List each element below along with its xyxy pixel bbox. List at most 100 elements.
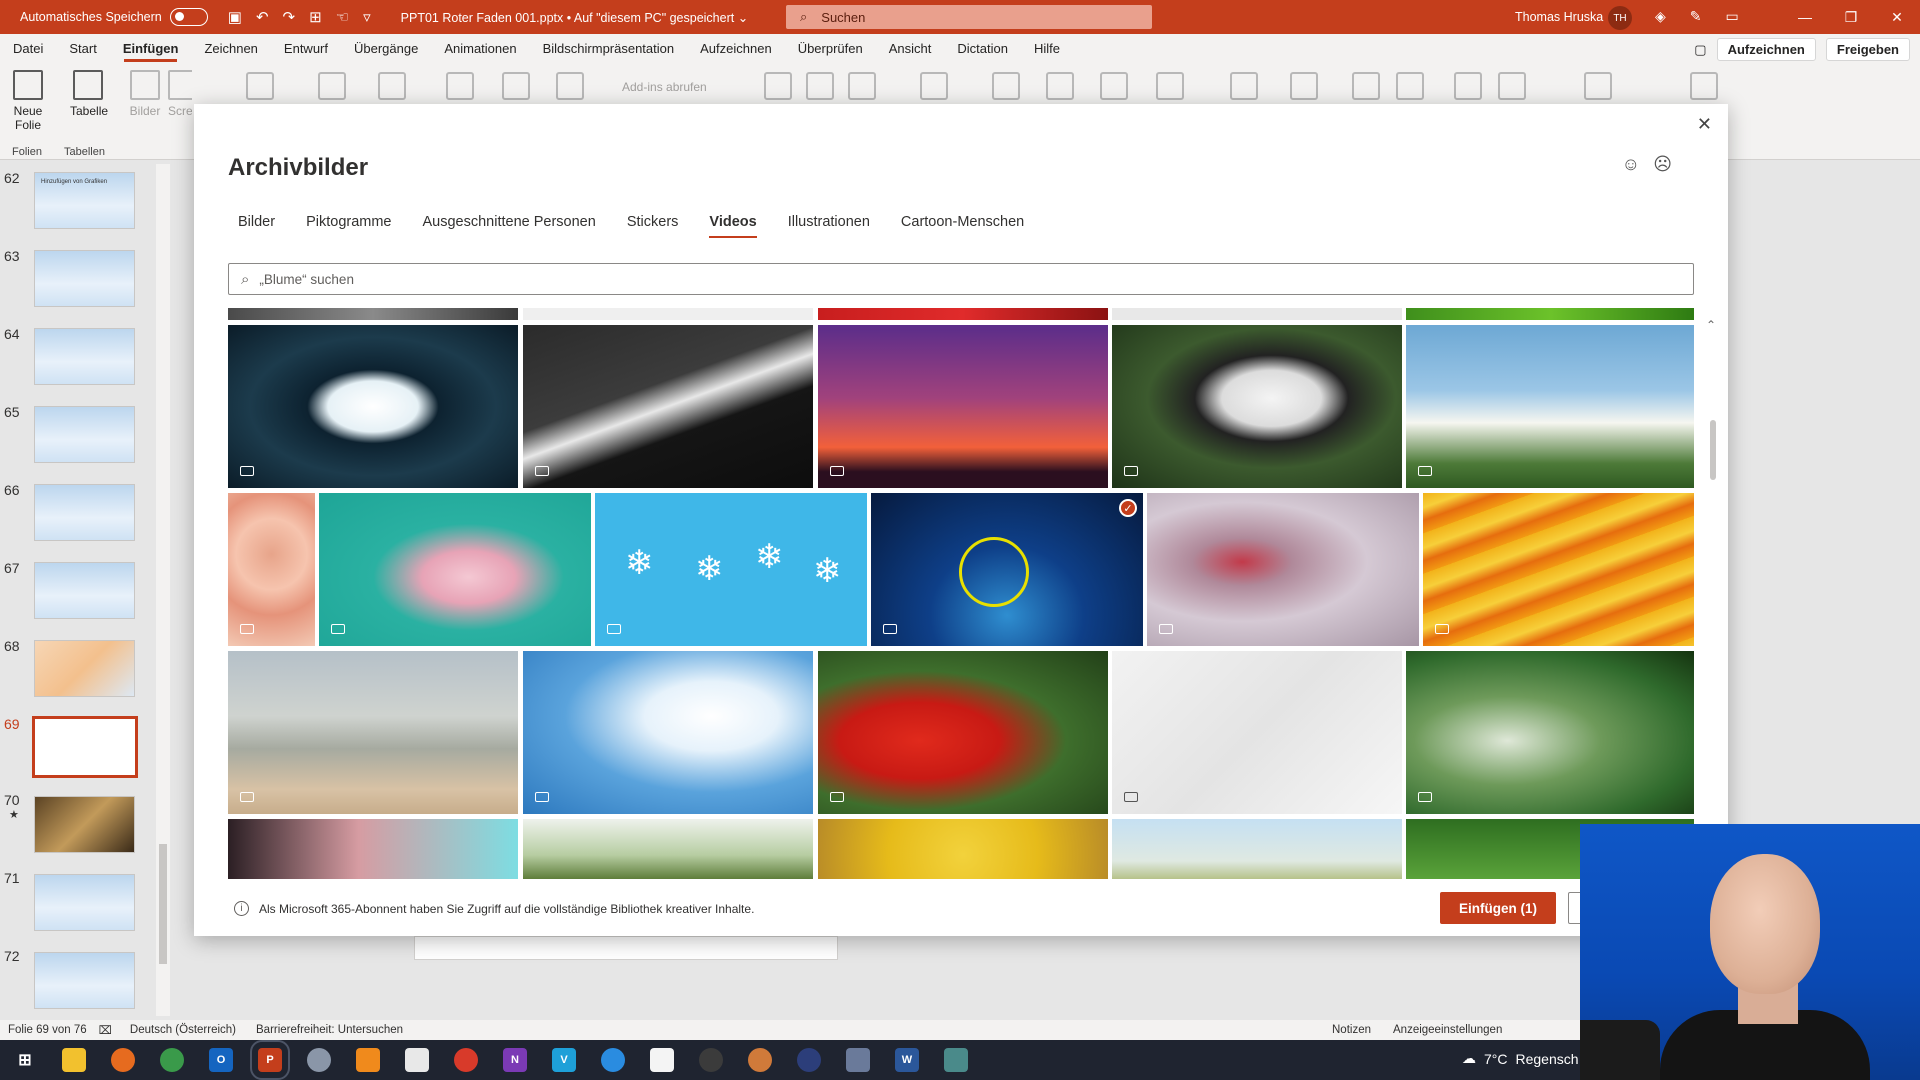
slide-thumbnail-69[interactable] xyxy=(32,716,138,778)
app-icon[interactable] xyxy=(307,1048,331,1072)
document-name[interactable]: PPT01 Roter Faden 001.pptx • Auf "diesem… xyxy=(401,10,749,25)
word-icon[interactable]: W xyxy=(895,1048,919,1072)
tab-bilder[interactable]: Bilder xyxy=(238,214,275,238)
menu-uebergaenge[interactable]: Übergänge xyxy=(341,34,431,64)
weather-widget[interactable]: ☁ 7°C Regensch xyxy=(1462,1050,1579,1067)
slide-thumbnail-64[interactable] xyxy=(34,328,135,385)
slide-thumbnail-68[interactable] xyxy=(34,640,135,697)
video-tile-cherry-blossom[interactable] xyxy=(319,493,591,646)
symbol-icon[interactable] xyxy=(1396,72,1424,100)
dialog-scroll-thumb[interactable] xyxy=(1710,420,1716,480)
menu-aufzeichnen[interactable]: Aufzeichnen xyxy=(687,34,785,64)
pen-icon[interactable]: ✎ xyxy=(1690,8,1702,25)
comments-icon[interactable]: ▢ xyxy=(1694,42,1706,58)
slide-thumbnail-67[interactable] xyxy=(34,562,135,619)
app-icon[interactable]: V xyxy=(552,1048,576,1072)
smartart-icon[interactable] xyxy=(502,72,530,100)
windows-start-icon[interactable]: ⊞ xyxy=(13,1048,37,1072)
menu-ueberpruefen[interactable]: Überprüfen xyxy=(785,34,876,64)
video-tile-wind-turbines[interactable] xyxy=(818,325,1108,488)
slide-panel-scrollbar[interactable] xyxy=(156,164,170,1016)
touch-mode-icon[interactable]: ☜ xyxy=(336,8,349,26)
diamond-icon[interactable]: ◈ xyxy=(1655,8,1666,25)
obs-icon[interactable] xyxy=(699,1048,723,1072)
video-icon[interactable] xyxy=(1454,72,1482,100)
menu-entwurf[interactable]: Entwurf xyxy=(271,34,341,64)
telegram-icon[interactable] xyxy=(601,1048,625,1072)
user-name[interactable]: Thomas Hruska xyxy=(1515,10,1603,24)
menu-zeichnen[interactable]: Zeichnen xyxy=(191,34,270,64)
close-window-icon[interactable]: ✕ xyxy=(1874,0,1920,34)
slide-thumbnail-71[interactable] xyxy=(34,874,135,931)
textbox-icon[interactable] xyxy=(992,72,1020,100)
menu-datei[interactable]: Datei xyxy=(0,34,56,64)
video-tile-snowflake-ornaments[interactable]: ❄ ❄ ❄ ❄ xyxy=(595,493,867,646)
video-tile-white-fabric[interactable] xyxy=(1112,651,1402,814)
display-settings-button[interactable]: Anzeigeeinstellungen xyxy=(1393,1024,1502,1036)
link-icon[interactable] xyxy=(764,72,792,100)
addins-button[interactable]: Add-ins abrufen xyxy=(622,80,707,94)
video-tile[interactable] xyxy=(228,819,518,879)
language-indicator[interactable]: Deutsch (Österreich) xyxy=(130,1024,236,1036)
powerpoint-icon[interactable]: P xyxy=(250,1040,290,1080)
3d-models-icon[interactable] xyxy=(446,72,474,100)
wordart-icon[interactable] xyxy=(1100,72,1128,100)
media-icon[interactable] xyxy=(1690,72,1718,100)
customize-qat-icon[interactable]: ▿ xyxy=(363,8,371,26)
images-button[interactable]: Bilder xyxy=(128,70,162,118)
tab-cartoon-menschen[interactable]: Cartoon-Menschen xyxy=(901,214,1024,238)
autosave-toggle[interactable] xyxy=(169,8,208,26)
menu-start[interactable]: Start xyxy=(56,34,109,64)
app-icon[interactable] xyxy=(797,1048,821,1072)
spellcheck-icon[interactable]: ⌧ xyxy=(99,1023,112,1037)
video-tile-frosted-berry[interactable] xyxy=(1147,493,1419,646)
equation-icon[interactable] xyxy=(1352,72,1380,100)
vlc-icon[interactable] xyxy=(356,1048,380,1072)
action-icon[interactable] xyxy=(806,72,834,100)
feedback-frown-icon[interactable]: ☹ xyxy=(1653,154,1672,175)
undo-icon[interactable]: ↶ xyxy=(256,8,269,26)
video-tile-orange-waves[interactable] xyxy=(1423,493,1694,646)
video-tile[interactable] xyxy=(1112,819,1402,879)
title-search-box[interactable]: ⌕ Suchen xyxy=(786,5,1152,29)
video-tile-iceberg[interactable] xyxy=(228,325,518,488)
app-icon[interactable] xyxy=(944,1048,968,1072)
new-slide-button[interactable]: Neue Folie xyxy=(10,70,46,132)
tab-ausgeschnittene-personen[interactable]: Ausgeschnittene Personen xyxy=(423,214,596,238)
app-icon[interactable] xyxy=(748,1048,772,1072)
menu-dictation[interactable]: Dictation xyxy=(944,34,1021,64)
zoom-icon[interactable] xyxy=(848,72,876,100)
menu-animationen[interactable]: Animationen xyxy=(431,34,529,64)
app-icon[interactable] xyxy=(405,1048,429,1072)
icons-icon[interactable] xyxy=(378,72,406,100)
dialog-close-icon[interactable]: ✕ xyxy=(1697,114,1712,135)
record-button[interactable]: Aufzeichnen xyxy=(1716,38,1816,61)
accessibility-status[interactable]: Barrierefreiheit: Untersuchen xyxy=(256,1024,403,1036)
photo-album-icon[interactable] xyxy=(246,72,274,100)
minimize-icon[interactable]: — xyxy=(1782,0,1828,34)
tab-illustrationen[interactable]: Illustrationen xyxy=(788,214,870,238)
file-explorer-icon[interactable] xyxy=(62,1048,86,1072)
save-icon[interactable]: ▣ xyxy=(228,8,242,26)
outlook-icon[interactable]: O xyxy=(209,1048,233,1072)
restore-icon[interactable]: ❐ xyxy=(1828,0,1874,34)
screenshot-button[interactable]: Scre xyxy=(168,70,192,118)
onenote-icon[interactable]: N xyxy=(503,1048,527,1072)
app-icon[interactable] xyxy=(650,1048,674,1072)
share-button[interactable]: Freigeben xyxy=(1825,38,1910,61)
video-tile-tennis[interactable] xyxy=(1406,651,1694,814)
redo-icon[interactable]: ↷ xyxy=(283,8,296,26)
slide-panel-scroll-thumb[interactable] xyxy=(159,844,167,964)
stock-search-input[interactable]: ⌕ „Blume“ suchen xyxy=(228,263,1694,295)
ribbon-display-icon[interactable]: ▭ xyxy=(1726,8,1739,25)
slide-thumbnail-72[interactable] xyxy=(34,952,135,1009)
menu-ansicht[interactable]: Ansicht xyxy=(876,34,945,64)
header-footer-icon[interactable] xyxy=(1046,72,1074,100)
video-tile[interactable] xyxy=(818,819,1108,879)
app-icon[interactable] xyxy=(846,1048,870,1072)
menu-hilfe[interactable]: Hilfe xyxy=(1021,34,1073,64)
comment-icon[interactable] xyxy=(920,72,948,100)
slide-thumbnail-66[interactable] xyxy=(34,484,135,541)
video-tile[interactable] xyxy=(228,308,518,320)
video-tile[interactable] xyxy=(523,819,813,879)
